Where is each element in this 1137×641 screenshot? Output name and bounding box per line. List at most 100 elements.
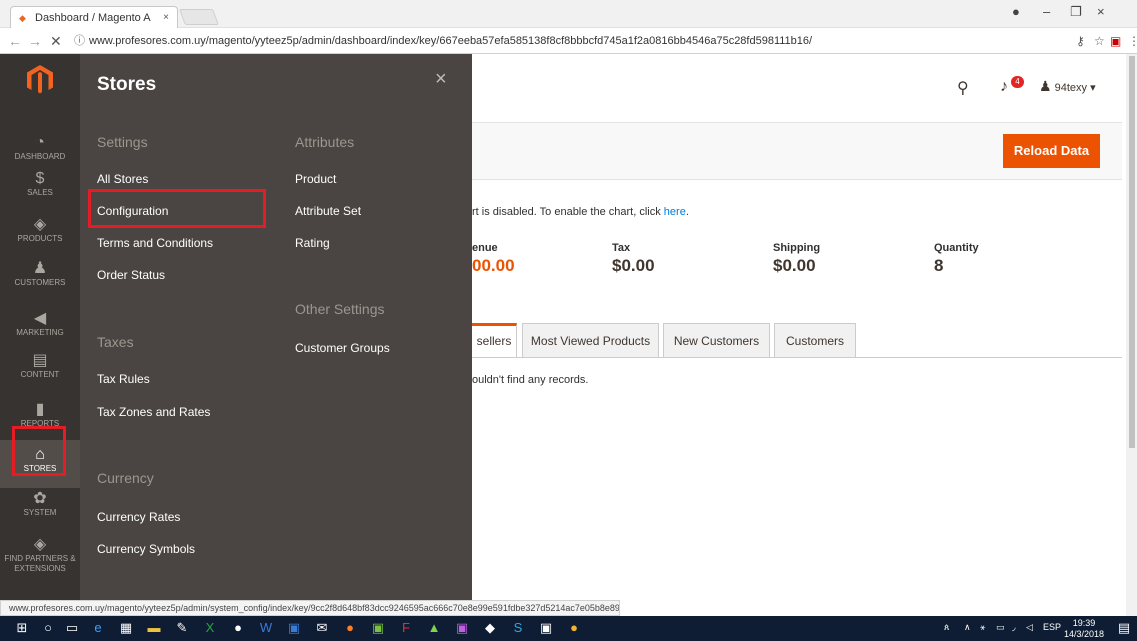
tab-new-customers[interactable]: New Customers — [663, 323, 770, 357]
star-icon[interactable]: ☆ — [1094, 34, 1105, 48]
menu-item-system[interactable]: ✿ SYSTEM — [0, 484, 80, 532]
menu-item-label: CONTENT — [20, 370, 60, 379]
excel-icon[interactable]: X — [202, 620, 218, 636]
edge-icon[interactable]: e — [90, 620, 106, 636]
tray-battery-icon[interactable]: ▭ — [996, 622, 1005, 633]
phpstorm-icon[interactable]: ▣ — [454, 620, 470, 636]
calculator-icon[interactable]: ▦ — [118, 620, 134, 636]
box-icon: ◈ — [33, 216, 47, 233]
back-icon[interactable]: ← — [8, 33, 22, 49]
action-center-icon[interactable]: ▤ — [1116, 620, 1132, 636]
menu-item-content[interactable]: ▤ CONTENT — [0, 346, 80, 394]
submenu-close-icon[interactable]: × — [435, 68, 447, 91]
configuration-highlight-box — [88, 189, 266, 228]
link-all-stores[interactable]: All Stores — [97, 172, 148, 186]
tab-close-icon[interactable]: × — [163, 12, 169, 23]
puzzle-icon: ◈ — [33, 536, 47, 553]
app-icon-1[interactable]: ● — [230, 620, 246, 636]
stat-tax-label: Tax — [612, 242, 631, 254]
menu-item-customers[interactable]: ♟ CUSTOMERS — [0, 254, 80, 302]
tab-customers[interactable]: Customers — [774, 323, 856, 357]
link-terms-and-conditions[interactable]: Terms and Conditions — [97, 236, 213, 250]
menu-icon[interactable]: ⋮ — [1128, 34, 1137, 48]
link-currency-symbols[interactable]: Currency Symbols — [97, 542, 195, 556]
search-icon[interactable]: ⚲ — [957, 78, 969, 98]
stop-icon[interactable]: ✕ — [50, 33, 62, 50]
link-customer-groups[interactable]: Customer Groups — [295, 341, 390, 355]
menu-item-marketing[interactable]: ◀ MARKETING — [0, 304, 80, 352]
windows-start-icon[interactable]: ⊞ — [14, 620, 30, 636]
mail-icon[interactable]: ✉ — [314, 620, 330, 636]
app-icon-6[interactable]: ▣ — [538, 620, 554, 636]
bar-chart-icon: ▮ — [35, 401, 45, 418]
stores-highlight-box — [12, 426, 66, 476]
maximize-icon[interactable]: ❐ — [1070, 4, 1082, 20]
task-view-icon[interactable]: ▭ — [64, 620, 80, 636]
tray-network-icon[interactable]: ⚹ — [980, 622, 985, 633]
menu-item-products[interactable]: ◈ PRODUCTS — [0, 210, 80, 258]
url-input[interactable]: ⓘ www.profesores.com.uy/magento/yyteez5p/… — [74, 32, 1074, 50]
link-tax-rules[interactable]: Tax Rules — [97, 372, 150, 386]
attributes-group-title: Attributes — [295, 134, 355, 150]
dollar-icon: $ — [35, 170, 45, 187]
tab-most-viewed-products[interactable]: Most Viewed Products — [522, 323, 659, 357]
windows-taskbar: ⊞ ○ ▭ e ▦ ▬ ✎ X ● W ▣ ✉ ● ▣ F ▲ ▣ ◆ S ▣ … — [0, 616, 1137, 641]
app-icon-3[interactable]: ▣ — [370, 620, 386, 636]
info-icon[interactable]: ⓘ — [74, 35, 85, 47]
menu-item-sales[interactable]: $ SALES — [0, 164, 80, 212]
user-menu[interactable]: ♟ 94texy ▾ — [1039, 78, 1096, 95]
chrome-icon[interactable]: ● — [566, 620, 582, 636]
language-indicator[interactable]: ESP — [1043, 622, 1061, 632]
tab-bestsellers[interactable]: sellers — [472, 323, 517, 357]
firefox-icon[interactable]: ● — [342, 620, 358, 636]
menu-item-find-partners-extensions[interactable]: ◈ FIND PARTNERS & EXTENSIONS — [0, 530, 80, 578]
profile-icon[interactable]: ● — [1012, 4, 1020, 19]
people-icon[interactable]: ጰ — [944, 622, 949, 633]
no-records-message: ouldn't find any records. — [472, 374, 589, 386]
scrollbar-thumb[interactable] — [1129, 56, 1135, 448]
minimize-icon[interactable]: – — [1043, 4, 1050, 19]
search-taskbar-icon[interactable]: ○ — [40, 620, 56, 636]
stat-revenue-value: 00.00 — [472, 256, 515, 275]
close-window-icon[interactable]: × — [1097, 4, 1105, 19]
menu-item-label: MARKETING — [16, 328, 64, 337]
paint-icon[interactable]: ✎ — [174, 620, 190, 636]
menu-item-label: DASHBOARD — [14, 152, 66, 161]
filezilla-icon[interactable]: F — [398, 620, 414, 636]
magento-favicon-icon: ◆ — [19, 12, 26, 23]
reload-data-button[interactable]: Reload Data — [1003, 134, 1100, 168]
enable-chart-link[interactable]: here — [664, 206, 686, 218]
dashboard-icon: ◔ — [35, 134, 45, 151]
forward-icon[interactable]: → — [28, 33, 42, 49]
stat-tax-value: $0.00 — [612, 256, 655, 275]
app-icon-2[interactable]: ▣ — [286, 620, 302, 636]
explorer-icon[interactable]: ▬ — [146, 620, 162, 636]
taskbar-clock[interactable]: 19:39 14/3/2018 — [1064, 618, 1104, 640]
content-icon: ▤ — [32, 352, 48, 369]
user-icon: ♟ — [1039, 78, 1052, 94]
app-icon-4[interactable]: ▲ — [426, 620, 442, 636]
bell-icon[interactable]: ♪ — [1000, 78, 1008, 96]
url-text: www.profesores.com.uy/magento/yyteez5p/a… — [89, 35, 813, 47]
link-order-status[interactable]: Order Status — [97, 268, 165, 282]
tray-up-icon[interactable]: ∧ — [964, 622, 971, 633]
app-icon-5[interactable]: ◆ — [482, 620, 498, 636]
clock-date: 14/3/2018 — [1064, 629, 1105, 639]
new-tab-button[interactable] — [179, 9, 219, 25]
tray-wifi-icon[interactable]: ◞ — [1012, 622, 1016, 633]
key-icon[interactable]: ⚷ — [1076, 34, 1085, 48]
link-tax-zones-and-rates[interactable]: Tax Zones and Rates — [97, 405, 210, 419]
tray-volume-icon[interactable]: ◁ — [1026, 622, 1033, 633]
extension-icon[interactable]: ▣ — [1110, 34, 1121, 48]
stat-revenue-label: enue — [472, 242, 498, 254]
link-currency-rates[interactable]: Currency Rates — [97, 510, 180, 524]
skype-icon[interactable]: S — [510, 620, 526, 636]
link-attribute-set[interactable]: Attribute Set — [295, 204, 361, 218]
tab-title: Dashboard / Magento A — [35, 11, 151, 24]
stores-submenu: Stores × Settings All Stores Configurati… — [80, 54, 472, 600]
word-icon[interactable]: W — [258, 620, 274, 636]
link-product[interactable]: Product — [295, 172, 336, 186]
link-rating[interactable]: Rating — [295, 236, 330, 250]
browser-tab[interactable]: ◆ Dashboard / Magento A × — [10, 6, 178, 28]
magento-logo[interactable] — [0, 54, 80, 106]
